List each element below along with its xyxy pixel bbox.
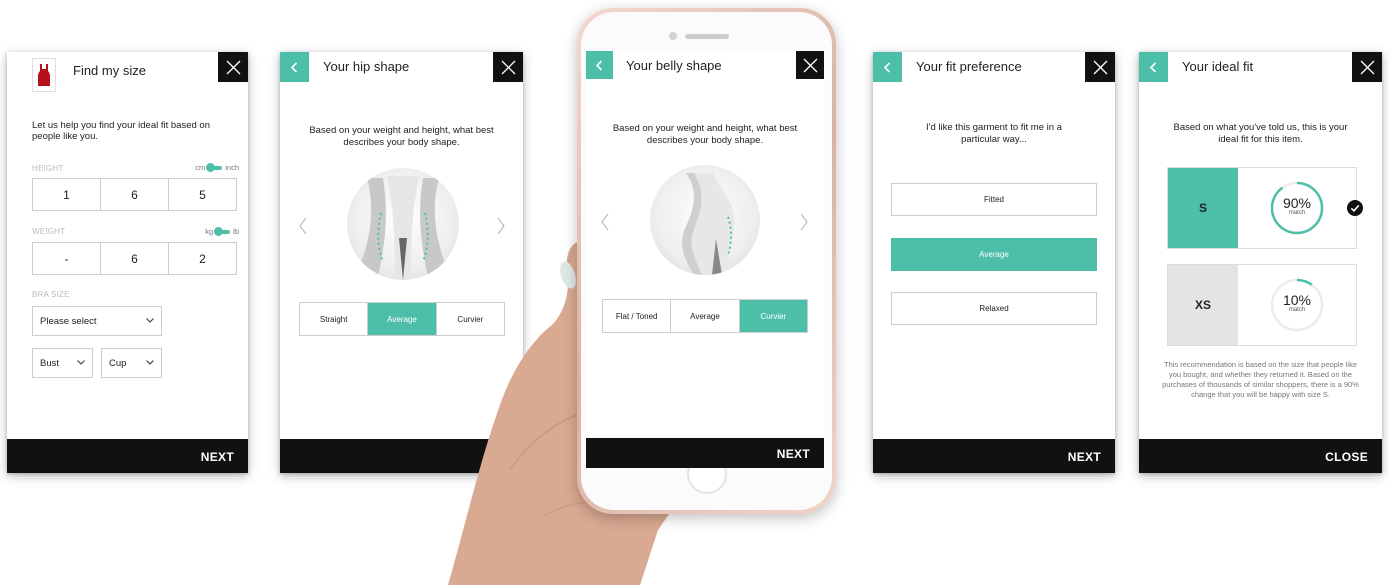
next-button[interactable]: NEXT bbox=[7, 439, 248, 473]
chevron-down-icon bbox=[77, 360, 85, 365]
weight-field-2[interactable]: 6 bbox=[101, 243, 169, 274]
height-label: HEIGHT bbox=[32, 164, 64, 173]
chevron-left-icon bbox=[883, 61, 891, 73]
height-input-grid: 1 6 5 bbox=[32, 178, 237, 211]
chevron-left-icon bbox=[1149, 61, 1157, 73]
height-field-2[interactable]: 6 bbox=[101, 179, 169, 210]
weight-unit-kg: kg bbox=[205, 227, 214, 236]
result-card-xs[interactable]: XS 10% match bbox=[1167, 264, 1357, 346]
option-flat-toned[interactable]: Flat / Toned bbox=[603, 300, 672, 332]
stage: Find my size Let us help you find your i… bbox=[0, 0, 1389, 585]
match-label: match bbox=[1288, 210, 1306, 216]
weight-input-grid: - 6 2 bbox=[32, 242, 237, 275]
toggle-switch bbox=[206, 162, 223, 172]
height-field-3[interactable]: 5 bbox=[169, 179, 236, 210]
match-percent: 10% bbox=[1282, 292, 1312, 308]
option-average[interactable]: Average bbox=[368, 303, 437, 335]
screen-title: Your belly shape bbox=[626, 58, 722, 73]
previous-arrow[interactable] bbox=[600, 213, 610, 231]
screen-title: Your fit preference bbox=[916, 59, 1022, 74]
close-button[interactable] bbox=[218, 52, 248, 82]
bust-select-value: Bust bbox=[40, 357, 60, 369]
bust-select[interactable]: Bust bbox=[32, 348, 93, 378]
close-footer-button[interactable]: CLOSE bbox=[1139, 439, 1382, 473]
description: Based on what you've told us, this is yo… bbox=[1173, 122, 1348, 145]
option-average[interactable]: Average bbox=[891, 238, 1097, 271]
chevron-down-icon bbox=[146, 360, 154, 365]
option-straight[interactable]: Straight bbox=[300, 303, 369, 335]
screen-find-my-size: Find my size Let us help you find your i… bbox=[7, 52, 248, 473]
weight-unit-lb: lb bbox=[233, 227, 239, 236]
close-x-icon bbox=[803, 58, 817, 72]
height-unit-inch: inch bbox=[225, 163, 239, 172]
close-button[interactable] bbox=[493, 52, 523, 82]
close-x-icon bbox=[501, 60, 515, 74]
weight-field-3[interactable]: 2 bbox=[169, 243, 236, 274]
phone-device: Your belly shape Based on your weight an… bbox=[577, 8, 836, 514]
close-button[interactable] bbox=[796, 51, 824, 79]
weight-label: WEIGHT bbox=[32, 227, 66, 236]
screen-belly-shape: Your belly shape Based on your weight an… bbox=[586, 51, 824, 468]
recommendation-note: This recommendation is based on the size… bbox=[1162, 360, 1359, 399]
description: I'd like this garment to fit me in a par… bbox=[926, 122, 1062, 145]
back-button[interactable] bbox=[1139, 52, 1168, 82]
garment-icon bbox=[32, 58, 56, 92]
description: Based on your weight and height, what be… bbox=[612, 123, 798, 146]
option-curvier[interactable]: Curvier bbox=[739, 300, 807, 332]
match-ring: 90% match bbox=[1238, 168, 1356, 248]
match-label: match bbox=[1288, 307, 1306, 313]
belly-shape-illustration bbox=[650, 165, 760, 275]
back-button[interactable] bbox=[873, 52, 902, 82]
belly-shape-options: Flat / Toned Average Curvier bbox=[602, 299, 808, 333]
chevron-left-icon bbox=[595, 59, 603, 71]
screen-title: Your hip shape bbox=[323, 59, 410, 74]
close-x-icon bbox=[1360, 60, 1374, 74]
height-unit-cm: cm bbox=[195, 163, 206, 172]
front-camera bbox=[669, 32, 677, 40]
back-button[interactable] bbox=[586, 51, 613, 79]
next-button[interactable]: NEXT bbox=[873, 439, 1115, 473]
speaker-grille bbox=[684, 34, 729, 39]
match-text: 90% match bbox=[1238, 195, 1356, 216]
match-text: 10% match bbox=[1238, 292, 1356, 313]
weight-field-1[interactable]: - bbox=[33, 243, 101, 274]
close-button[interactable] bbox=[1085, 52, 1115, 82]
weight-unit-toggle[interactable]: kg lb bbox=[205, 226, 239, 236]
cup-select[interactable]: Cup bbox=[101, 348, 162, 378]
intro-text: Let us help you find your ideal fit base… bbox=[32, 120, 210, 142]
height-field-1[interactable]: 1 bbox=[33, 179, 101, 210]
back-button[interactable] bbox=[280, 52, 309, 82]
close-x-icon bbox=[226, 60, 240, 74]
screen-title: Your ideal fit bbox=[1182, 59, 1254, 74]
option-average[interactable]: Average bbox=[671, 300, 740, 332]
bra-size-select-value: Please select bbox=[40, 315, 97, 327]
close-button[interactable] bbox=[1352, 52, 1382, 82]
screen-title: Find my size bbox=[73, 63, 146, 78]
close-x-icon bbox=[1093, 60, 1107, 74]
match-ring: 10% match bbox=[1238, 265, 1356, 345]
screen-ideal-fit: Your ideal fit Based on what you've told… bbox=[1139, 52, 1382, 473]
size-label: S bbox=[1168, 168, 1238, 248]
option-fitted[interactable]: Fitted bbox=[891, 183, 1097, 216]
chevron-left-icon bbox=[290, 61, 298, 73]
screen-fit-preference: Your fit preference I'd like this garmen… bbox=[873, 52, 1115, 473]
option-relaxed[interactable]: Relaxed bbox=[891, 292, 1097, 325]
cup-select-value: Cup bbox=[109, 357, 127, 369]
previous-arrow[interactable] bbox=[298, 217, 308, 235]
check-circle-icon bbox=[1347, 200, 1363, 216]
chevron-down-icon bbox=[146, 318, 154, 323]
height-unit-toggle[interactable]: cm inch bbox=[195, 162, 239, 172]
bra-size-select[interactable]: Please select bbox=[32, 306, 162, 336]
bra-size-label: BRA SIZE bbox=[32, 290, 70, 299]
description: Based on your weight and height, what be… bbox=[309, 125, 494, 148]
result-card-s[interactable]: S 90% match bbox=[1167, 167, 1357, 249]
next-button[interactable]: NEXT bbox=[586, 438, 824, 468]
toggle-switch bbox=[214, 226, 231, 236]
size-label: XS bbox=[1168, 265, 1238, 345]
match-percent: 90% bbox=[1282, 195, 1312, 211]
next-arrow[interactable] bbox=[799, 213, 809, 231]
